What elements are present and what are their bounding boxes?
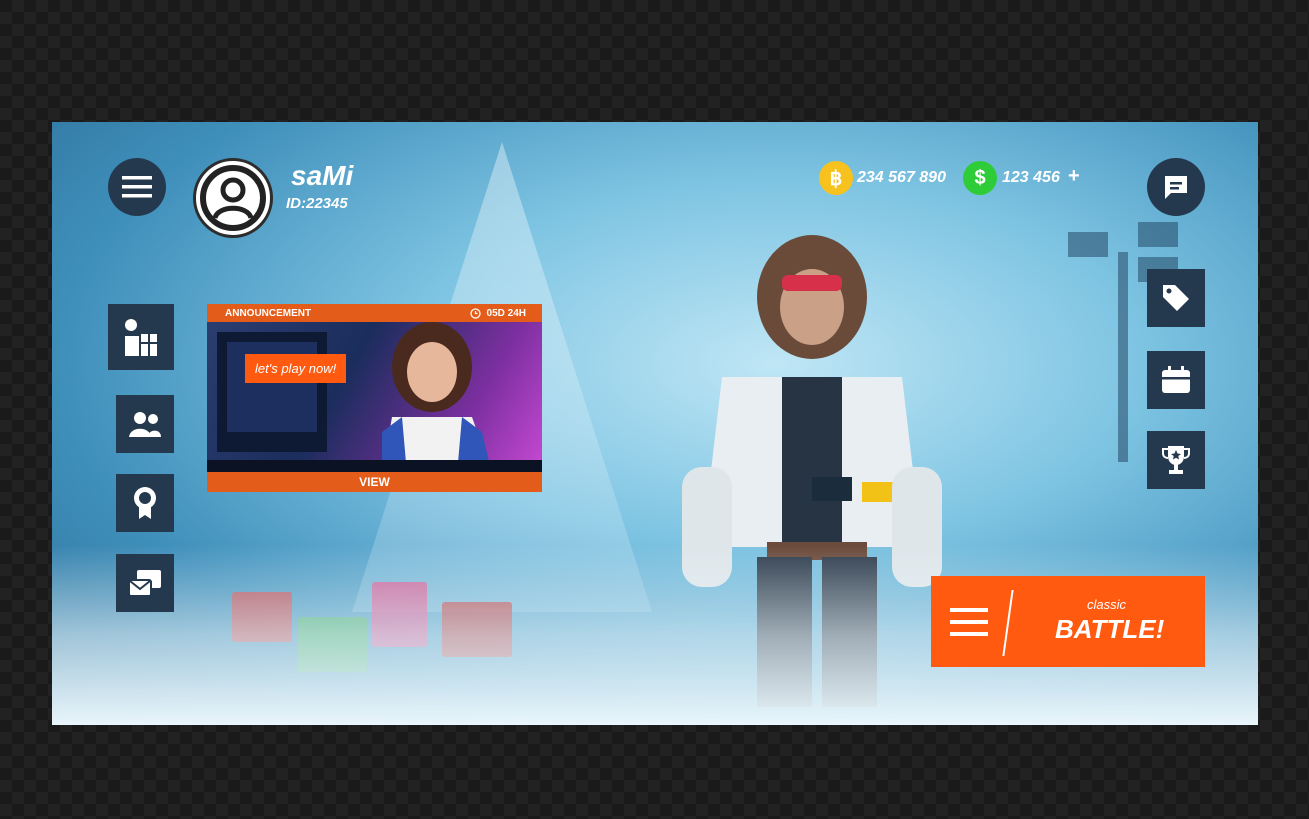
gifts-icon — [125, 319, 157, 356]
tag-icon — [1163, 285, 1189, 311]
announcement-timer: 05D 24H — [469, 308, 526, 319]
cash-amount: 123 456 — [1002, 169, 1060, 186]
leaderboard-button[interactable] — [1147, 431, 1205, 489]
announcement-title: ANNOUNCEMENT — [225, 308, 312, 319]
achievements-button[interactable] — [116, 474, 174, 532]
hamburger-icon — [122, 176, 152, 198]
badge-icon — [134, 487, 156, 519]
announcement-image — [207, 322, 542, 474]
battle-mode: classic — [1087, 597, 1127, 612]
hamburger-icon — [950, 608, 988, 636]
dollar-icon: $ — [963, 161, 997, 195]
announcement-card[interactable]: ANNOUNCEMENT 05D 24H let's play now! VIE… — [207, 304, 542, 492]
battle-divider — [1002, 590, 1014, 656]
chat-button[interactable] — [1147, 158, 1205, 216]
coins-amount: 234 567 890 — [857, 169, 946, 186]
calendar-icon — [1162, 366, 1190, 393]
friends-button[interactable] — [116, 395, 174, 453]
stadium-lamp — [1068, 222, 1178, 462]
gamer-illustration — [207, 322, 542, 474]
announcement-header: ANNOUNCEMENT 05D 24H — [207, 304, 542, 322]
timer-text: 05D 24H — [486, 308, 526, 319]
player-id: ID:22345 — [286, 195, 348, 212]
events-button[interactable] — [1147, 351, 1205, 409]
add-cash-button[interactable]: + — [1068, 165, 1080, 188]
battle-label: BATTLE! — [1055, 614, 1165, 644]
play-now-button[interactable]: let's play now! — [245, 354, 347, 383]
user-icon — [200, 165, 266, 231]
player-avatar[interactable] — [193, 158, 273, 238]
chat-icon — [1165, 176, 1187, 199]
bitcoin-icon: ฿ — [819, 161, 853, 195]
friends-icon — [129, 412, 161, 437]
trophy-icon — [1162, 446, 1190, 474]
mail-button[interactable] — [116, 554, 174, 612]
shop-button[interactable] — [1147, 269, 1205, 327]
battle-button[interactable]: classic BATTLE! — [931, 576, 1205, 667]
clock-icon — [469, 308, 481, 319]
mail-icon — [128, 570, 161, 597]
gifts-button[interactable] — [108, 304, 174, 370]
player-name: saMi — [291, 160, 354, 191]
main-menu-button[interactable] — [108, 158, 166, 216]
view-button[interactable]: VIEW — [207, 472, 542, 492]
